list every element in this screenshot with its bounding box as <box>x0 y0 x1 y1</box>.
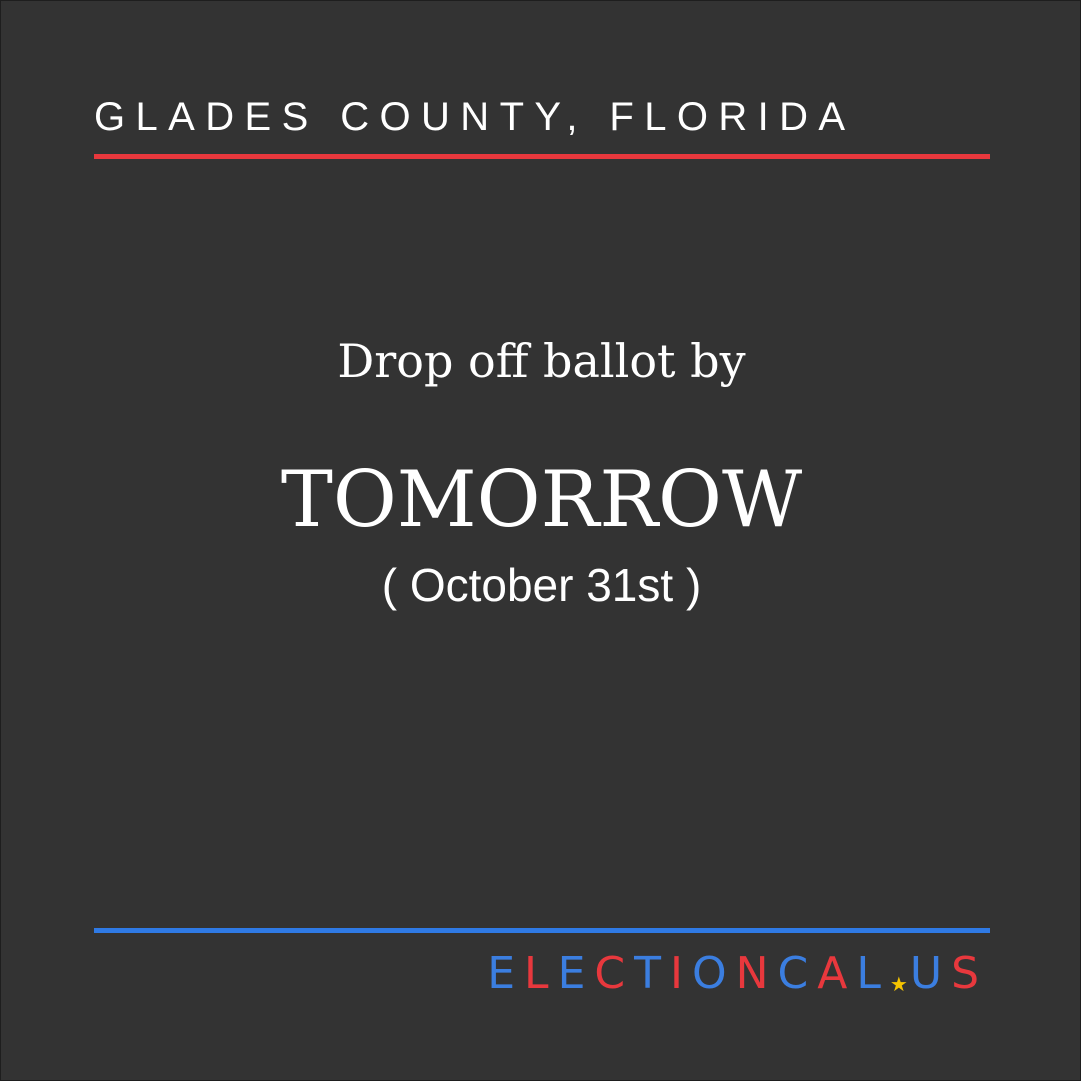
deadline-text: TOMORROW <box>280 455 803 545</box>
star-icon: ★ <box>889 972 910 996</box>
logo-letter: I <box>670 948 692 999</box>
logo-letter: L <box>856 948 890 999</box>
deadline-date: ( October 31st ) <box>381 559 702 611</box>
logo-letter: T <box>634 948 670 999</box>
bottom-blue-divider <box>94 928 990 933</box>
electioncal-logo: E L E C T I O N C A L ★ U S <box>487 948 988 999</box>
logo-letter: S <box>951 948 988 999</box>
logo-letter: N <box>735 948 778 999</box>
logo-letter: C <box>777 948 818 999</box>
logo-letter: E <box>557 948 595 999</box>
logo-letter: C <box>594 948 635 999</box>
logo-letter: A <box>817 948 857 999</box>
logo-letter: E <box>487 948 525 999</box>
county-title: GLADES COUNTY, FLORIDA <box>94 95 856 139</box>
top-red-divider <box>94 154 990 159</box>
logo-letter: U <box>909 948 952 999</box>
logo-letter: L <box>524 948 558 999</box>
lead-text: Drop off ballot by <box>337 334 746 388</box>
reminder-card: GLADES COUNTY, FLORIDA Drop off ballot b… <box>0 0 1081 1081</box>
logo-letter: O <box>691 948 736 999</box>
